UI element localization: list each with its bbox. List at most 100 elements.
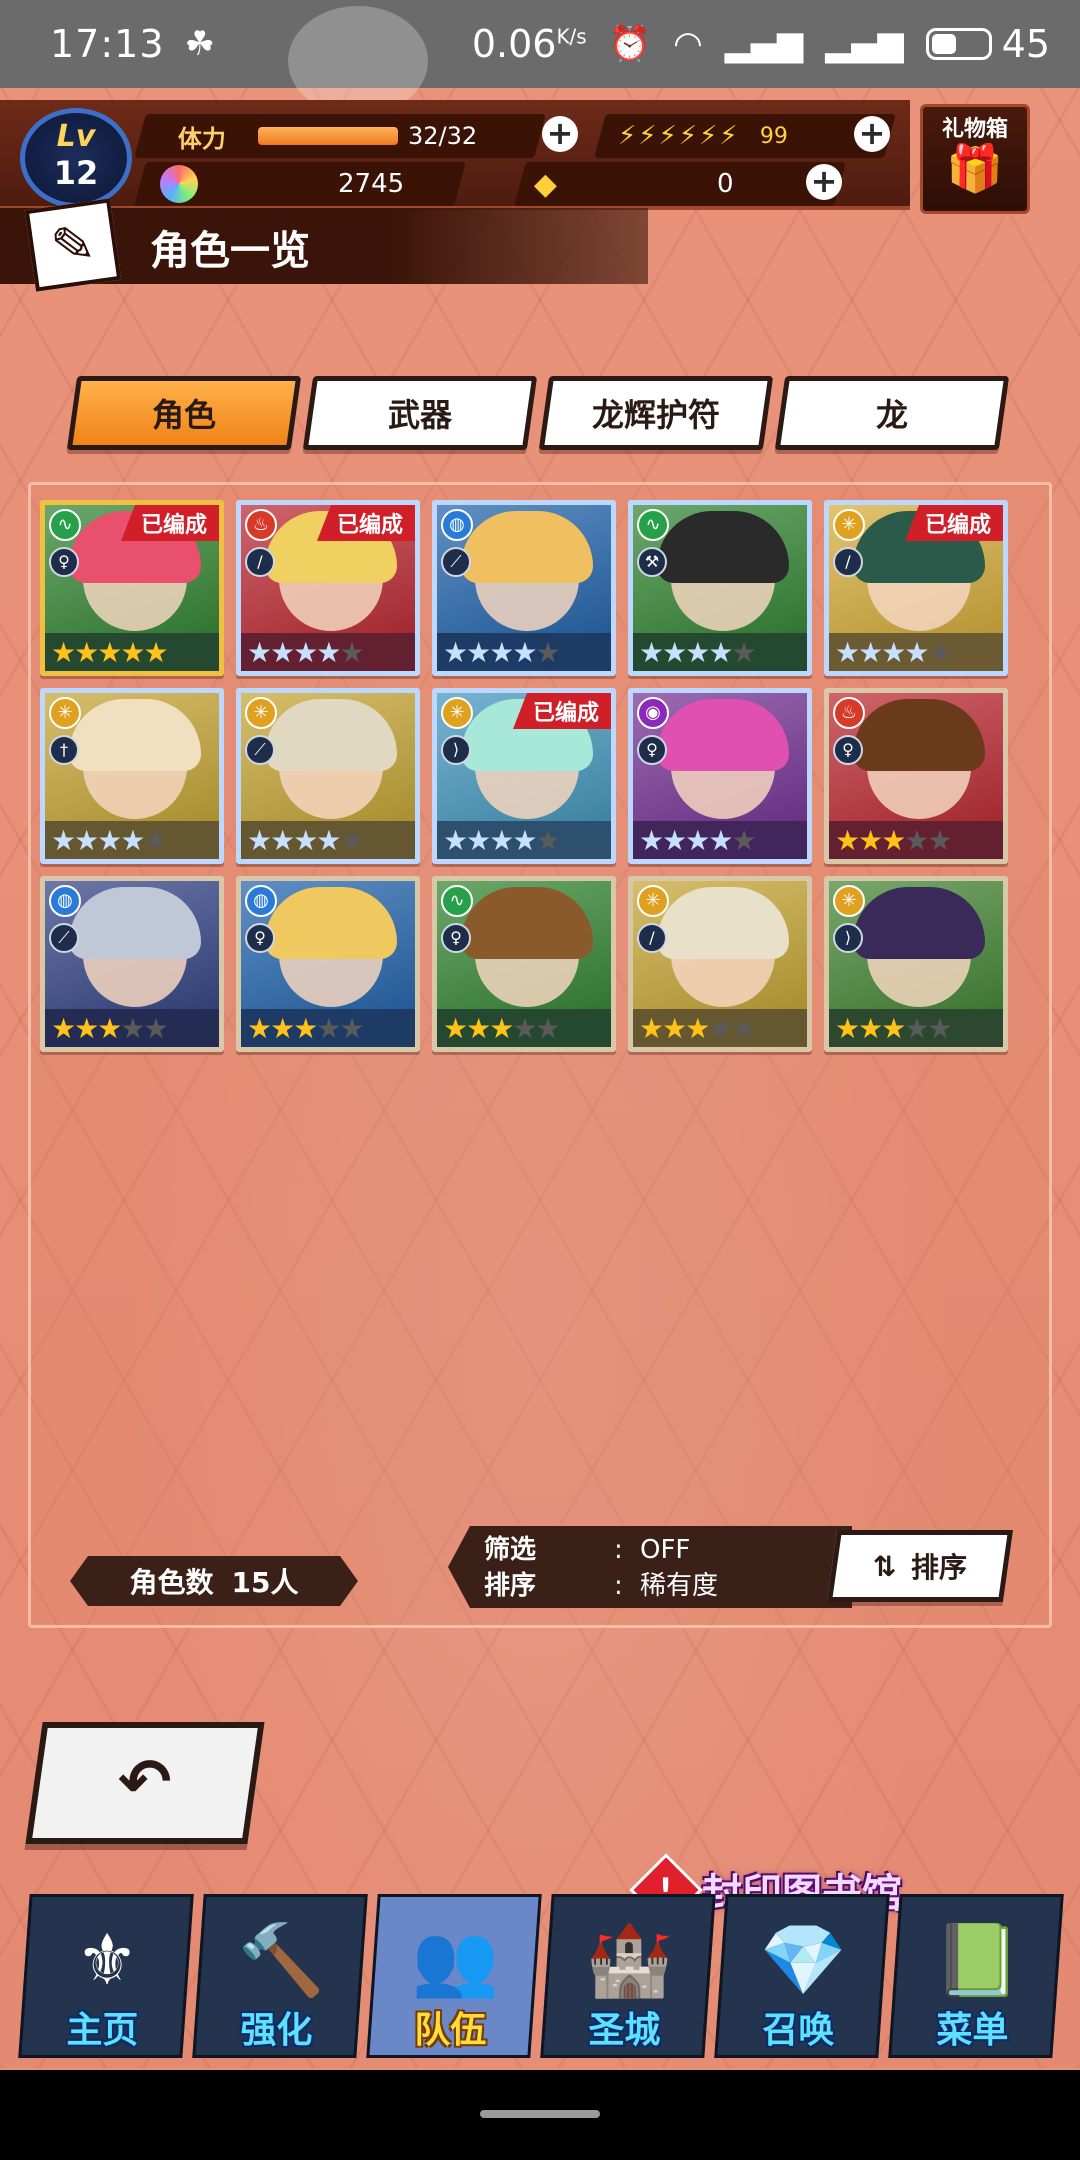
character-hair	[853, 699, 985, 771]
character-hair	[657, 699, 789, 771]
clock: 17:13	[50, 22, 165, 66]
star-filled-icon: ★	[662, 1011, 687, 1045]
light-element-icon: ✳	[49, 697, 81, 729]
star-empty-icon: ★	[143, 823, 168, 857]
signal-4g-icon: ▂▄▆	[825, 24, 904, 64]
nav-home[interactable]: ⚜ 主页	[18, 1894, 194, 2058]
star-empty-icon: ★	[120, 1011, 145, 1045]
star-filled-icon: ★	[881, 1011, 906, 1045]
star-empty-icon: ★	[316, 1011, 341, 1045]
character-grid: ∿ ♀ 已编成 ★ ★ ★ ★ ★ ♨ / 已编成 ★ ★ ★ ★ ★ ◍ ⟋ ★ ★ ★ ★ ★ ∿ ⚒ ★ ★ ★ ★ ★ ✳ / 已编成 ★…	[40, 500, 1040, 1052]
star-filled-icon: ★	[51, 635, 76, 669]
page-title: 角色一览	[150, 228, 310, 274]
nav-upgrade[interactable]: 🔨 强化	[192, 1894, 368, 2058]
nav-team[interactable]: 👥 队伍	[366, 1894, 542, 2058]
battery-icon	[925, 28, 992, 60]
nav-menu[interactable]: 📗 菜单	[888, 1894, 1064, 2058]
stamina-add-button[interactable]: +	[542, 116, 578, 152]
star-filled-icon: ★	[51, 1011, 76, 1045]
sword-weapon-icon: /	[637, 923, 667, 953]
character-card[interactable]: ♨ / 已编成 ★ ★ ★ ★ ★	[236, 500, 420, 676]
tab-characters[interactable]: 角色	[66, 376, 302, 450]
star-filled-icon: ★	[489, 823, 514, 857]
signal-icon: ▂▄▆	[724, 24, 804, 64]
character-card[interactable]: ∿ ♀ 已编成 ★ ★ ★ ★ ★	[40, 500, 224, 676]
star-filled-icon: ★	[639, 823, 664, 857]
gift-box-button[interactable]: 礼物箱 🎁	[920, 104, 1030, 214]
wings-add-button[interactable]: +	[854, 116, 890, 152]
wing-icons: ⚡⚡⚡⚡⚡⚡	[618, 121, 740, 151]
gem-icon: ◆	[534, 166, 558, 202]
category-tabs: 角色 武器 龙辉护符 龙	[66, 376, 1010, 450]
nav-summon[interactable]: 💎 召唤	[714, 1894, 890, 2058]
star-filled-icon: ★	[293, 1011, 318, 1045]
character-card[interactable]: ✳ ⟩ 已编成 ★ ★ ★ ★ ★	[432, 688, 616, 864]
water-element-icon: ◍	[245, 885, 277, 917]
character-card[interactable]: ✳ ⟋ ★ ★ ★ ★ ★	[236, 688, 420, 864]
character-card[interactable]: ◉ ♀ ★ ★ ★ ★ ★	[628, 688, 812, 864]
star-filled-icon: ★	[316, 635, 341, 669]
system-nav-bar	[0, 2070, 1080, 2160]
character-hair	[657, 511, 789, 583]
star-filled-icon: ★	[74, 1011, 99, 1045]
star-empty-icon: ★	[535, 823, 560, 857]
wings-box: ⚡⚡⚡⚡⚡⚡ 99	[594, 114, 896, 158]
star-filled-icon: ★	[74, 635, 99, 669]
star-filled-icon: ★	[858, 1011, 883, 1045]
gem-add-button[interactable]: +	[806, 164, 842, 200]
tab-label: 龙辉护符	[591, 396, 720, 434]
flame-element-icon: ♨	[245, 509, 277, 541]
filter-colon: :	[614, 1535, 623, 1565]
character-card[interactable]: ✳ / 已编成 ★ ★ ★ ★ ★	[824, 500, 1008, 676]
character-card[interactable]: ∿ ⚒ ★ ★ ★ ★ ★	[628, 500, 812, 676]
star-filled-icon: ★	[858, 823, 883, 857]
star-filled-icon: ★	[316, 823, 341, 857]
star-filled-icon: ★	[466, 1011, 491, 1045]
team-portrait-icon: 👥	[411, 1919, 499, 2001]
character-card[interactable]: ◍ ⟋ ★ ★ ★ ★ ★	[40, 876, 224, 1052]
star-empty-icon: ★	[512, 1011, 537, 1045]
star-empty-icon: ★	[339, 1011, 364, 1045]
star-empty-icon: ★	[535, 635, 560, 669]
rarity-stars: ★ ★ ★ ★ ★	[437, 633, 611, 671]
star-filled-icon: ★	[51, 823, 76, 857]
stamina-value: 32/32	[408, 122, 478, 150]
star-filled-icon: ★	[685, 823, 710, 857]
in-team-badge: 已编成	[316, 505, 415, 541]
character-card[interactable]: ✳ / ★ ★ ★ ★ ★	[628, 876, 812, 1052]
filter-value: OFF	[640, 1535, 691, 1565]
nav-castle[interactable]: 🏰 圣城	[540, 1894, 716, 2058]
star-filled-icon: ★	[708, 823, 733, 857]
character-card[interactable]: ✳ † ★ ★ ★ ★ ★	[40, 688, 224, 864]
tab-weapons[interactable]: 武器	[302, 376, 538, 450]
staff-weapon-icon: ♀	[49, 547, 79, 577]
bottom-nav: ⚜ 主页 🔨 强化 👥 队伍 🏰 圣城 💎 召唤 📗 菜单	[18, 1894, 1064, 2070]
gift-icon: 🎁	[946, 141, 1004, 195]
nav-label: 强化	[240, 2010, 313, 2051]
character-card[interactable]: ✳ ⟩ ★ ★ ★ ★ ★	[824, 876, 1008, 1052]
castle-icon: 🏰	[585, 1919, 673, 2001]
hammer-icon: 🔨	[237, 1919, 325, 2001]
sort-button-label: 排序	[910, 1551, 967, 1584]
star-filled-icon: ★	[662, 823, 687, 857]
back-button[interactable]: ↶	[25, 1722, 265, 1844]
star-filled-icon: ★	[443, 635, 468, 669]
star-empty-icon: ★	[535, 1011, 560, 1045]
character-card[interactable]: ◍ ⟋ ★ ★ ★ ★ ★	[432, 500, 616, 676]
sword-weapon-icon: /	[833, 547, 863, 577]
home-gesture-pill[interactable]	[480, 2110, 600, 2118]
sort-value: 稀有度	[640, 1571, 719, 1601]
axe-weapon-icon: ⚒	[637, 547, 667, 577]
character-card[interactable]: ♨ ♀ ★ ★ ★ ★ ★	[824, 688, 1008, 864]
tab-dragons[interactable]: 龙	[774, 376, 1010, 450]
rarity-stars: ★ ★ ★ ★ ★	[437, 821, 611, 859]
tab-wyrmprints[interactable]: 龙辉护符	[538, 376, 774, 450]
star-filled-icon: ★	[835, 635, 860, 669]
sort-colon: :	[614, 1571, 623, 1601]
character-card[interactable]: ∿ ♀ ★ ★ ★ ★ ★	[432, 876, 616, 1052]
star-filled-icon: ★	[443, 1011, 468, 1045]
star-filled-icon: ★	[489, 635, 514, 669]
character-card[interactable]: ◍ ♀ ★ ★ ★ ★ ★	[236, 876, 420, 1052]
sort-button[interactable]: ⇅ 排序	[826, 1530, 1014, 1602]
star-filled-icon: ★	[708, 635, 733, 669]
